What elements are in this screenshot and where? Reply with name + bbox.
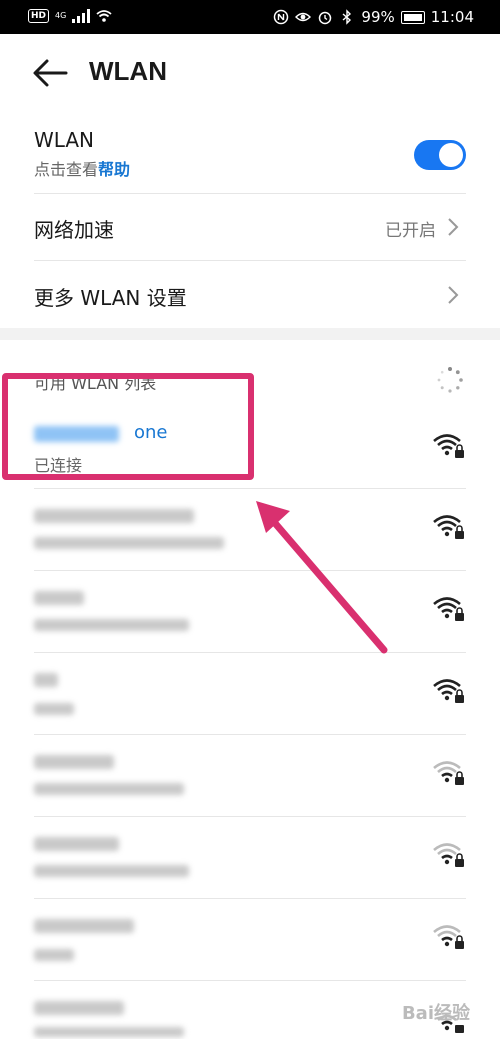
- hd-icon: HD: [28, 9, 50, 23]
- accel-label: 网络加速: [34, 218, 114, 242]
- wifi-lock-weak-icon: [433, 843, 464, 867]
- wifi-lock-icon: [433, 515, 464, 539]
- wifi-lock-icon: [433, 679, 464, 703]
- wifi-status-icon: [96, 10, 112, 22]
- chevron-right-icon: [448, 286, 459, 304]
- wifi-name-blurred: [34, 755, 114, 769]
- wifi-lock-icon: [433, 434, 464, 458]
- wifi-status-blurred: [34, 1027, 184, 1037]
- signal-icon: [72, 9, 91, 23]
- wifi-status-blurred: [34, 703, 74, 715]
- back-arrow-icon[interactable]: [32, 58, 68, 88]
- annotation-arrow-icon: [256, 501, 388, 654]
- page-title: WLAN: [89, 56, 167, 86]
- wifi-name-blurred: [34, 673, 58, 687]
- more-settings-label: 更多 WLAN 设置: [34, 286, 187, 310]
- wifi-status-blurred: [34, 949, 74, 961]
- highlight-box: [2, 373, 254, 480]
- wlan-label: WLAN: [34, 128, 95, 152]
- more-wlan-settings-row[interactable]: 更多 WLAN 设置: [34, 261, 466, 327]
- status-bar: HD 4G 99% 11:04: [0, 0, 500, 34]
- wifi-name-blurred: [34, 1001, 124, 1015]
- wifi-network-item[interactable]: [34, 817, 466, 899]
- status-time: 11:04: [430, 8, 474, 26]
- wifi-network-item[interactable]: [34, 735, 466, 817]
- eye-icon: [295, 12, 312, 22]
- wifi-lock-icon: [433, 597, 464, 621]
- wlan-help-prefix: 点击查看: [34, 160, 99, 179]
- loading-spinner-icon: [437, 367, 463, 393]
- wifi-network-item[interactable]: [34, 653, 466, 735]
- wifi-lock-weak-icon: [433, 925, 464, 949]
- network-type: 4G: [55, 11, 67, 20]
- wifi-name-blurred: [34, 509, 194, 523]
- wifi-status-blurred: [34, 783, 184, 795]
- wifi-network-item[interactable]: [34, 899, 466, 981]
- wifi-lock-weak-icon: [433, 761, 464, 785]
- wifi-status-blurred: [34, 619, 189, 631]
- wifi-status-blurred: [34, 537, 224, 549]
- wlan-switch[interactable]: [414, 140, 466, 170]
- battery-percent: 99%: [361, 8, 395, 26]
- wifi-name-blurred: [34, 837, 119, 851]
- watermark: Bai经验: [401, 1003, 470, 1024]
- battery-icon: [400, 10, 425, 24]
- app-header: WLAN: [0, 34, 500, 114]
- wifi-name-blurred: [34, 919, 134, 933]
- accel-value: 已开启: [385, 221, 436, 241]
- help-link[interactable]: 帮助: [98, 160, 130, 179]
- nfc-icon: [274, 9, 289, 25]
- alarm-icon: [319, 11, 332, 25]
- wifi-name-blurred: [34, 591, 84, 605]
- network-accel-row[interactable]: 网络加速 已开启: [34, 194, 466, 260]
- wlan-toggle-row[interactable]: WLAN 点击查看帮助: [34, 128, 466, 188]
- section-gap: [0, 328, 500, 340]
- wifi-status-blurred: [34, 865, 189, 877]
- bluetooth-icon: [342, 9, 352, 25]
- wlan-help-text: 点击查看帮助: [34, 156, 466, 180]
- chevron-right-icon: [448, 218, 459, 236]
